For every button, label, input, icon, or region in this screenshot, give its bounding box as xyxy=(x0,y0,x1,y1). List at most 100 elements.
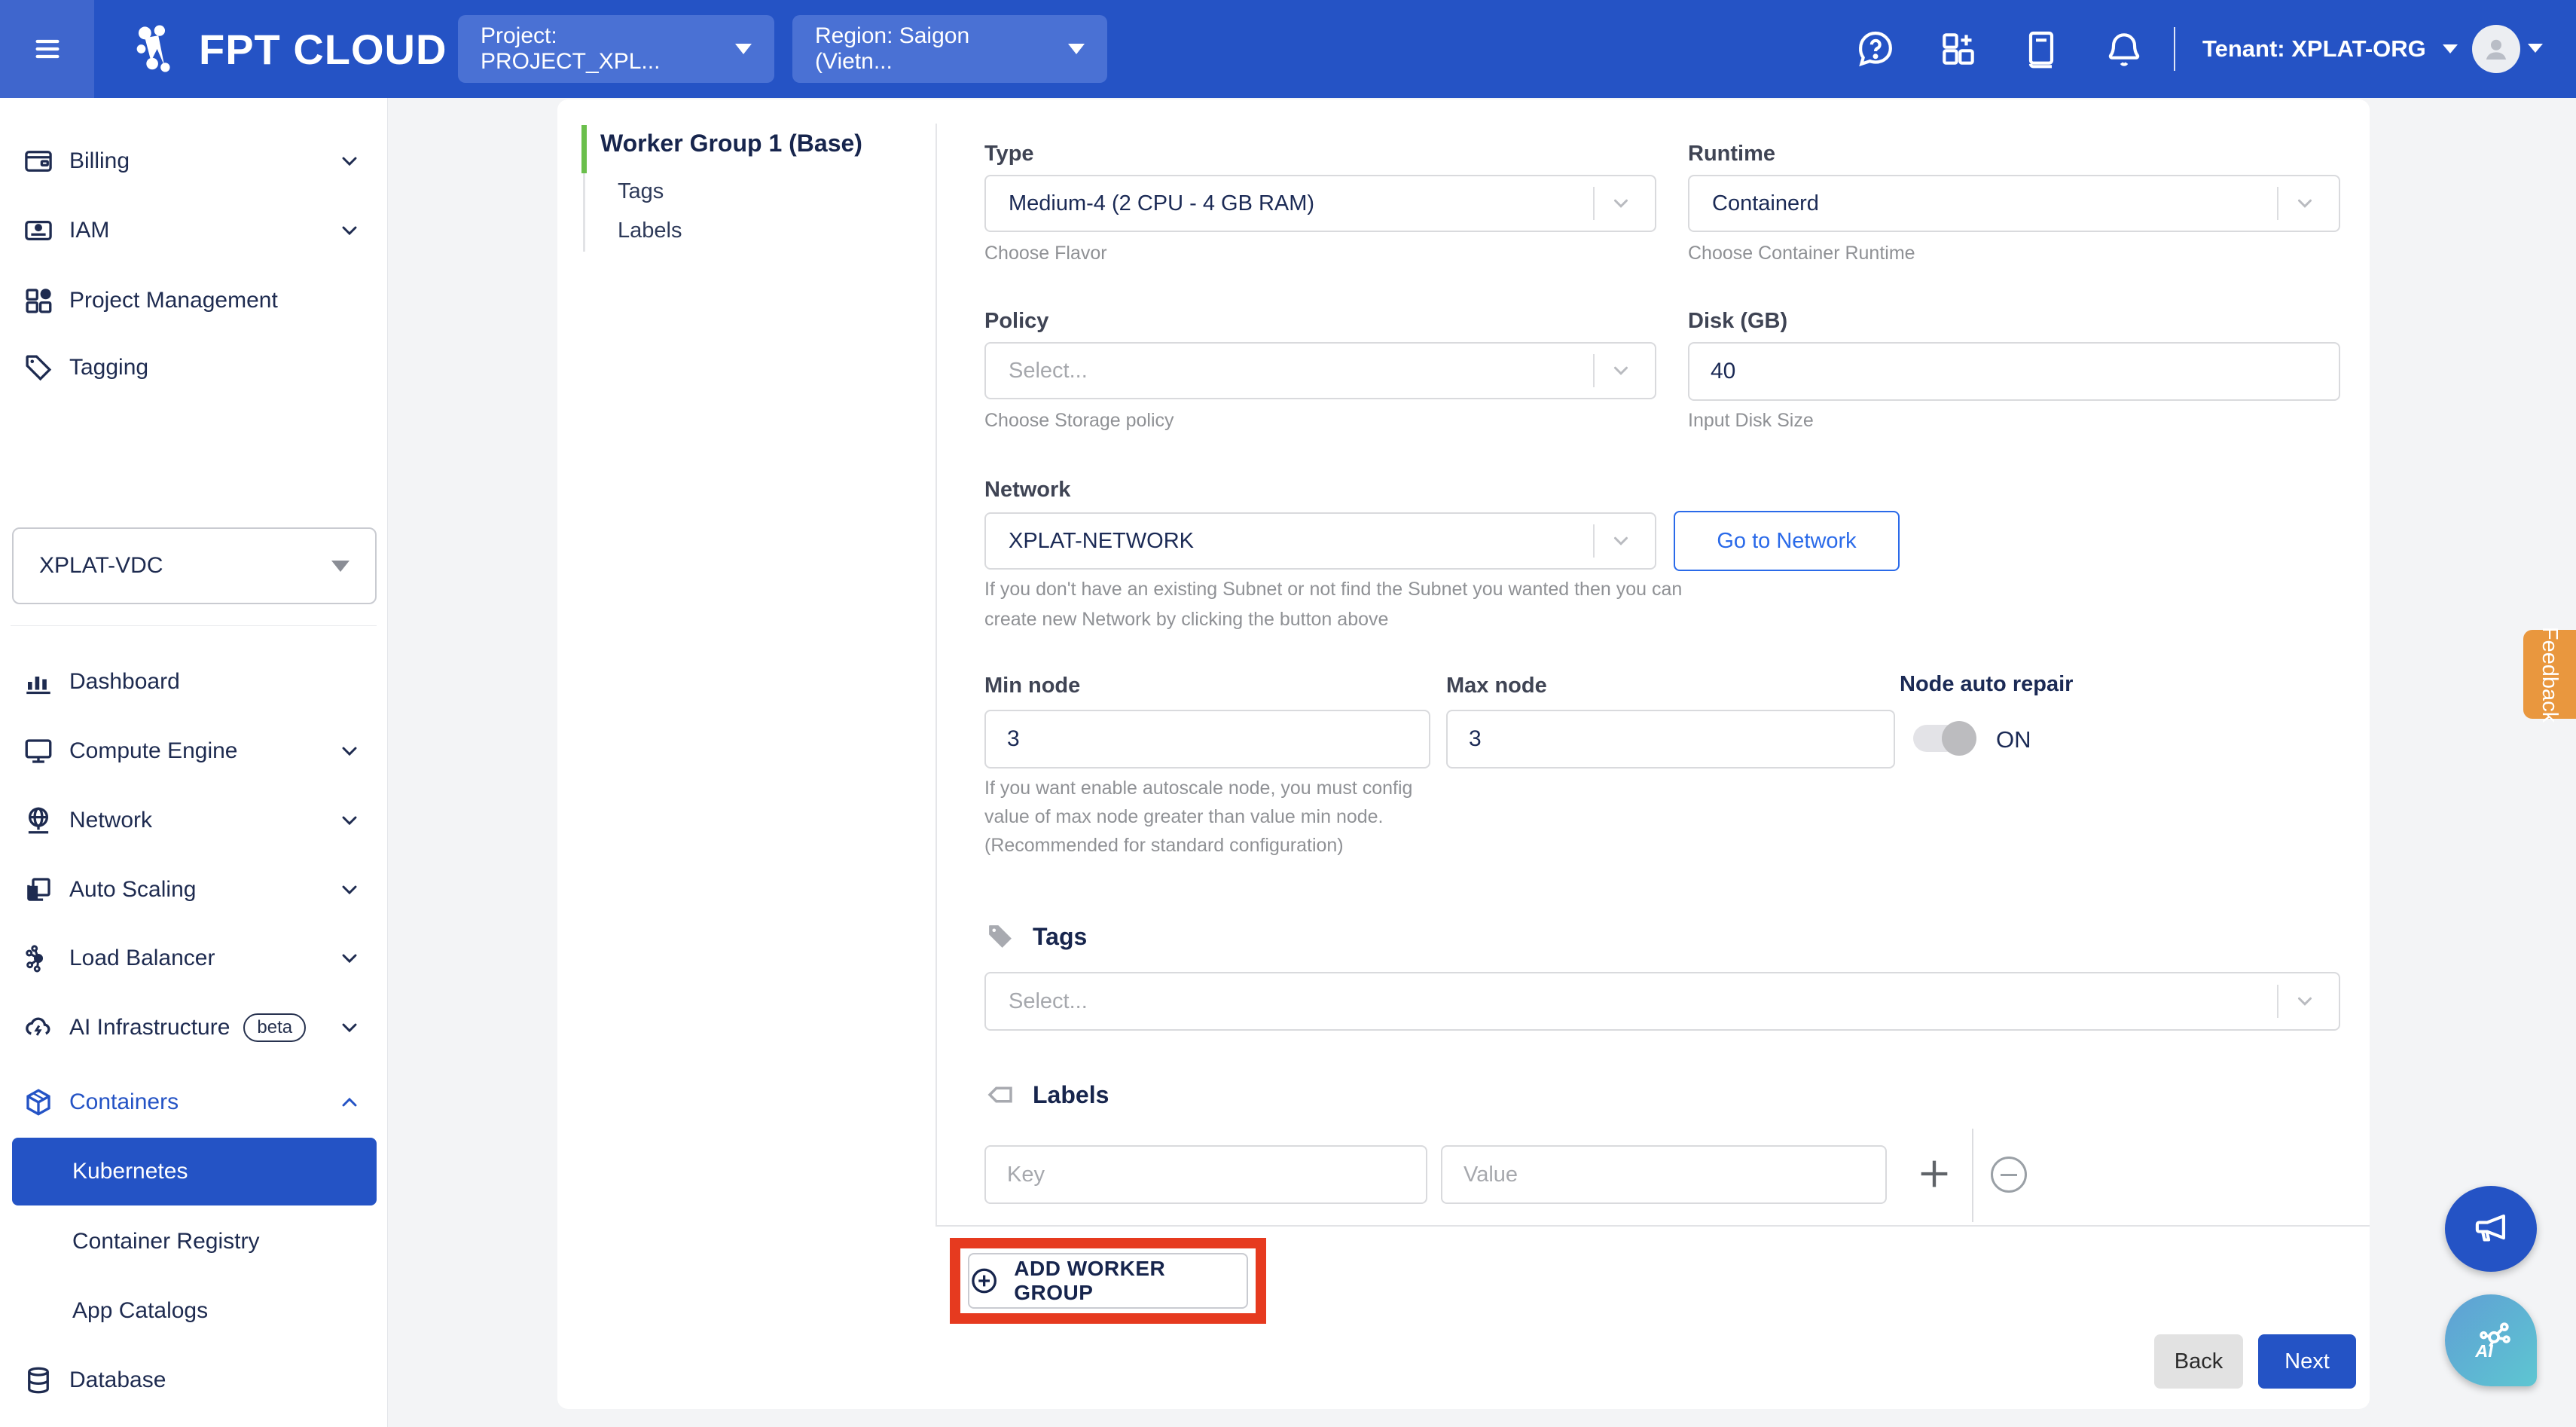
sidebar-item-label: Load Balancer xyxy=(69,946,215,971)
sidebar-item-tagging[interactable]: Tagging xyxy=(0,333,388,402)
tags-select[interactable]: Select... xyxy=(984,972,2340,1031)
sidebar-item-iam[interactable]: IAM xyxy=(0,196,388,265)
subnav-item-labels[interactable]: Labels xyxy=(618,218,682,243)
cube-icon xyxy=(23,1086,54,1118)
chevron-down-icon xyxy=(2294,192,2316,215)
region-selector[interactable]: Region: Saigon (Vietn... xyxy=(792,15,1107,83)
caret-down-icon xyxy=(735,44,752,54)
grid-icon xyxy=(23,285,54,316)
node-auto-repair-state: ON xyxy=(1996,726,2031,753)
type-helper: Choose Flavor xyxy=(984,243,1107,264)
project-selector[interactable]: Project: PROJECT_XPL... xyxy=(458,15,774,83)
bell-icon[interactable] xyxy=(2103,28,2145,70)
select-divider xyxy=(2277,187,2278,220)
chevron-down-icon xyxy=(337,808,362,833)
sidebar-item-auto-scaling[interactable]: Auto Scaling xyxy=(0,855,388,924)
labels-heading-text: Labels xyxy=(1033,1081,1109,1109)
node-auto-repair-toggle-knob[interactable] xyxy=(1942,721,1976,756)
feedback-tab[interactable]: Feedback xyxy=(2523,630,2576,719)
policy-select[interactable]: Select... xyxy=(984,342,1656,399)
globe-icon xyxy=(23,805,54,836)
add-label-row-button[interactable] xyxy=(1915,1154,1954,1193)
sidebar-item-label: Dashboard xyxy=(69,669,180,695)
app-screen: FPT CLOUD Project: PROJECT_XPL... Region… xyxy=(0,0,2576,1427)
chevron-down-icon xyxy=(1610,192,1632,215)
sidebar-item-dashboard[interactable]: Dashboard xyxy=(0,647,388,717)
main-panel: Worker Group 1 (Base) Tags Labels Type M… xyxy=(557,99,2370,1409)
add-worker-group-button[interactable]: ADD WORKER GROUP xyxy=(968,1253,1248,1309)
go-to-network-button[interactable]: Go to Network xyxy=(1674,511,1900,571)
chevron-down-icon xyxy=(337,218,362,243)
network-select-value: XPLAT-NETWORK xyxy=(1009,529,1194,554)
labels-section-heading: Labels xyxy=(984,1079,1109,1111)
id-card-icon xyxy=(23,215,54,246)
sidebar-item-container-registry[interactable]: Container Registry xyxy=(0,1207,388,1276)
docs-icon[interactable] xyxy=(2020,28,2062,70)
tenant-label: Tenant: XPLAT-ORG xyxy=(2202,35,2426,63)
add-worker-group-label: ADD WORKER GROUP xyxy=(1014,1257,1247,1305)
menu-button[interactable] xyxy=(0,0,94,98)
autoscale-helper-line3: (Recommended for standard configuration) xyxy=(984,835,1344,857)
sidebar-item-database[interactable]: Database xyxy=(0,1346,388,1415)
tag-filled-icon xyxy=(984,921,1016,952)
chevron-down-icon xyxy=(337,1016,362,1040)
apps-plus-icon[interactable] xyxy=(1937,28,1979,70)
caret-down-icon[interactable] xyxy=(2528,44,2543,53)
vdc-selector-value: XPLAT-VDC xyxy=(39,553,163,579)
sidebar-item-load-balancer[interactable]: Load Balancer xyxy=(0,924,388,993)
feedback-label: Feedback xyxy=(2538,626,2562,722)
node-auto-repair-label: Node auto repair xyxy=(1900,672,2073,697)
sidebar-item-label: Containers xyxy=(69,1089,179,1115)
region-selector-label: Region: Saigon (Vietn... xyxy=(815,23,1048,75)
sidebar-item-project-management[interactable]: Project Management xyxy=(0,266,388,335)
runtime-select[interactable]: Containerd xyxy=(1688,175,2340,232)
labels-action-divider xyxy=(1972,1129,1973,1222)
vdc-selector[interactable]: XPLAT-VDC xyxy=(12,527,377,604)
sidebar-item-billing[interactable]: Billing xyxy=(0,127,388,196)
min-node-input[interactable] xyxy=(984,710,1430,769)
network-select[interactable]: XPLAT-NETWORK xyxy=(984,512,1656,570)
sidebar-item-database-platform[interactable]: Database Platform xyxy=(0,1415,388,1427)
fpt-cloud-logo-icon xyxy=(127,20,185,78)
disk-size-input[interactable] xyxy=(1688,342,2340,401)
remove-label-row-button[interactable] xyxy=(1991,1157,2027,1193)
subnav-item-tags[interactable]: Tags xyxy=(618,179,664,204)
next-button[interactable]: Next xyxy=(2258,1334,2356,1389)
runtime-helper: Choose Container Runtime xyxy=(1688,243,1915,264)
sidebar-item-kubernetes[interactable]: Kubernetes xyxy=(12,1138,377,1205)
policy-select-placeholder: Select... xyxy=(1009,359,1088,383)
sidebar-item-label: Container Registry xyxy=(72,1229,259,1254)
sidebar-item-label: Tagging xyxy=(69,355,148,380)
sidebar-item-network[interactable]: Network xyxy=(0,786,388,855)
label-value-input[interactable] xyxy=(1441,1145,1887,1204)
avatar[interactable] xyxy=(2472,25,2520,73)
type-select[interactable]: Medium-4 (2 CPU - 4 GB RAM) xyxy=(984,175,1656,232)
form-bottom-border xyxy=(935,1225,2370,1227)
chevron-down-icon xyxy=(337,149,362,173)
sidebar-item-containers[interactable]: Containers xyxy=(0,1068,388,1137)
select-divider xyxy=(1593,187,1595,220)
label-key-input[interactable] xyxy=(984,1145,1427,1204)
network-label: Network xyxy=(984,478,1070,503)
ai-assistant-button[interactable]: AI xyxy=(2445,1294,2537,1386)
tenant-selector[interactable]: Tenant: XPLAT-ORG xyxy=(2202,0,2458,98)
logo-text: FPT CLOUD xyxy=(199,25,447,74)
chevron-down-icon xyxy=(337,946,362,970)
back-button[interactable]: Back xyxy=(2154,1334,2243,1389)
max-node-input[interactable] xyxy=(1446,710,1895,769)
step-track xyxy=(583,173,585,252)
brand-logo[interactable]: FPT CLOUD xyxy=(127,0,447,98)
subnav-divider xyxy=(935,124,937,1225)
layers-icon xyxy=(23,874,54,906)
sidebar-item-app-catalogs[interactable]: App Catalogs xyxy=(0,1276,388,1346)
disk-helper: Input Disk Size xyxy=(1688,410,1814,432)
sidebar-item-ai-infrastructure[interactable]: AI Infrastructure beta xyxy=(0,993,388,1062)
help-chat-icon[interactable] xyxy=(1854,28,1897,70)
announcement-button[interactable] xyxy=(2445,1186,2537,1272)
caret-down-icon xyxy=(1068,44,1085,54)
worker-group-step[interactable]: Worker Group 1 (Base) xyxy=(600,130,862,157)
disk-label: Disk (GB) xyxy=(1688,309,1787,334)
select-divider xyxy=(1593,354,1595,387)
sidebar-item-compute-engine[interactable]: Compute Engine xyxy=(0,717,388,786)
hamburger-icon xyxy=(30,34,65,64)
